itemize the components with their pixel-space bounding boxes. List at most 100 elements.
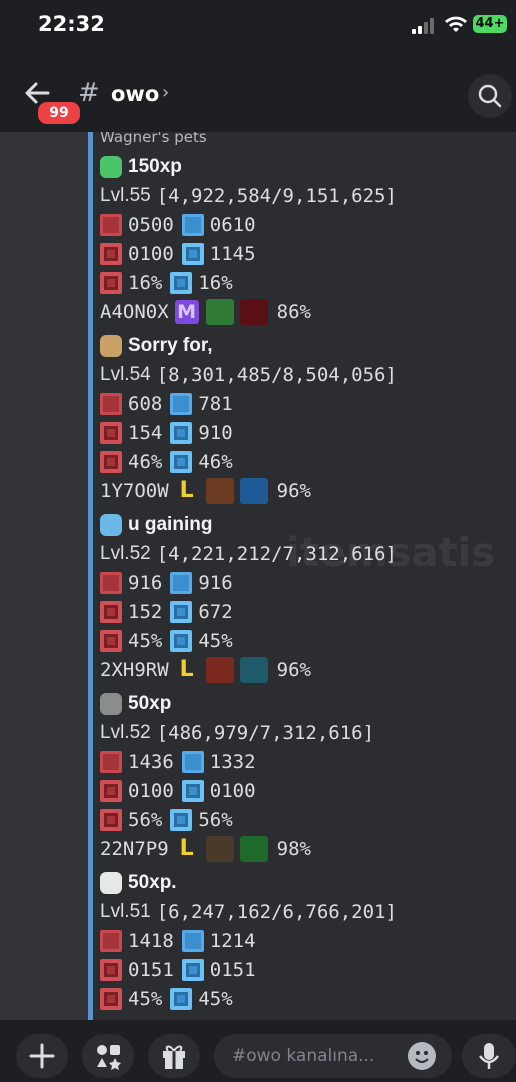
gift-icon — [163, 1045, 185, 1069]
magic-icon — [181, 243, 204, 265]
pet-stat-hp: 1436 — [128, 751, 174, 773]
status-bar: 22:32 44+ — [0, 0, 516, 52]
message-list[interactable]: itemsatis Wagner's pets 150xp Lvl.55 [4,92… — [0, 132, 516, 1020]
search-button[interactable] — [468, 74, 512, 118]
channel-header: 99 # owo › — [0, 52, 516, 133]
pet-level-row: Lvl.54 [8,301,485/8,504,056] — [100, 361, 397, 389]
pet-stat-row: 0500 0610 — [100, 211, 264, 239]
weapon-percent: 96% — [276, 480, 311, 502]
pet-name-row: 150xp — [100, 153, 182, 181]
pet-emoji-icon — [100, 693, 122, 715]
chevron-right-icon[interactable]: › — [162, 82, 169, 103]
pet-level-row: Lvl.52 [486,979/7,312,616] — [100, 719, 374, 747]
magic-resist-icon — [170, 630, 193, 652]
pet-stat-mr: 56% — [198, 809, 233, 831]
add-attachment-button[interactable] — [16, 1034, 68, 1078]
passive-icon — [239, 836, 268, 862]
magic-resist-icon — [170, 988, 193, 1010]
status-time: 22:32 — [38, 12, 105, 36]
pet-emoji-icon — [100, 335, 122, 357]
pet-level-row: Lvl.51 [6,247,162/6,766,201] — [100, 898, 397, 926]
composer-bar: #owo kanalına... — [0, 1020, 516, 1080]
pet-stat-pr: 16% — [128, 272, 163, 294]
pet-weapon-id: 1Y7O0W — [100, 480, 169, 502]
microphone-icon — [479, 1043, 499, 1069]
pet-stat-mag: 1145 — [209, 243, 256, 265]
pet-stat-wp: 916 — [198, 572, 233, 594]
pet-stat-hp: 0500 — [128, 214, 174, 236]
pet-stat-row: 0100 1145 — [100, 240, 264, 268]
strength-icon — [100, 601, 122, 623]
hp-icon — [100, 214, 122, 236]
unread-badge: 99 — [36, 100, 82, 126]
pet-stat-wp: 781 — [198, 393, 233, 415]
pet-stat-str: 0100 — [128, 780, 174, 802]
pet-stat-str: 154 — [128, 422, 163, 444]
message-input[interactable]: #owo kanalına... — [214, 1034, 452, 1078]
gift-button[interactable] — [148, 1034, 200, 1078]
pet-xp: [8,301,485/8,504,056] — [156, 364, 397, 386]
wp-icon — [181, 751, 204, 773]
emoji-picker-icon[interactable] — [408, 1042, 436, 1070]
apps-icon — [97, 1045, 121, 1070]
weapon-percent: 98% — [276, 838, 311, 860]
pet-level: Lvl.55 — [100, 185, 151, 206]
pet-weapon-id: 22N7P9 — [100, 838, 169, 860]
channel-name[interactable]: owo — [111, 82, 159, 106]
apps-button[interactable] — [82, 1034, 134, 1078]
plus-icon — [29, 1043, 55, 1069]
pet-stat-mr: 45% — [198, 988, 233, 1010]
hp-icon — [100, 393, 122, 415]
pet-stat-pr: 45% — [128, 988, 163, 1010]
pet-xp: [4,221,212/7,312,616] — [156, 543, 397, 565]
pet-stat-row: 1436 1332 — [100, 748, 264, 776]
cellular-signal-icon — [412, 18, 434, 34]
pet-stat-str: 0100 — [128, 243, 174, 265]
pet-stat-row: 46% 46% — [100, 448, 241, 476]
pet-xp: [6,247,162/6,766,201] — [156, 901, 397, 923]
passive-icon — [239, 657, 268, 683]
pet-name: 50xp — [128, 693, 172, 714]
pet-stat-hp: 916 — [128, 572, 163, 594]
passive-icon — [239, 478, 268, 504]
pet-stat-row: 0100 0100 — [100, 777, 264, 805]
pet-level: Lvl.54 — [100, 364, 151, 385]
hp-icon — [100, 572, 122, 594]
pet-level: Lvl.52 — [100, 722, 151, 743]
pet-stat-hp: 608 — [128, 393, 163, 415]
magic-resist-icon — [170, 451, 193, 473]
pet-name: u gaining — [128, 514, 213, 535]
pet-weapon-row: 22N7P9 L 98% — [100, 835, 311, 863]
partial-header-text: Wagner's pets — [100, 132, 207, 146]
pet-weapon-id: 2XH9RW — [100, 659, 169, 681]
pet-stat-mag: 0100 — [209, 780, 256, 802]
pet-stat-mr: 46% — [198, 451, 233, 473]
pet-stat-row: 916 916 — [100, 569, 241, 597]
pet-name-row: 50xp — [100, 690, 171, 718]
pet-weapon-row: A4ON0X M 86% — [100, 298, 311, 326]
voice-message-button[interactable] — [462, 1034, 516, 1078]
weapon-rank-badge: M — [174, 300, 199, 324]
smiley-icon — [415, 1051, 429, 1063]
strength-icon — [100, 959, 122, 981]
pet-stat-hp: 1418 — [128, 930, 174, 952]
weapon-percent: 86% — [276, 301, 311, 323]
physical-resist-icon — [100, 272, 122, 294]
wifi-icon — [445, 16, 467, 32]
wp-icon — [170, 572, 193, 594]
weapon-icon — [205, 657, 234, 683]
pet-stat-row: 45% 45% — [100, 627, 241, 655]
physical-resist-icon — [100, 630, 122, 652]
wp-icon — [170, 393, 193, 415]
pet-level: Lvl.51 — [100, 901, 151, 922]
pet-stat-row: 16% 16% — [100, 269, 241, 297]
strength-icon — [100, 780, 122, 802]
pet-xp: [486,979/7,312,616] — [156, 722, 375, 744]
magic-icon — [170, 422, 193, 444]
weapon-icon — [205, 836, 234, 862]
pet-stat-wp: 0610 — [209, 214, 256, 236]
pet-emoji-icon — [100, 156, 122, 178]
hp-icon — [100, 751, 122, 773]
pet-stat-pr: 45% — [128, 630, 163, 652]
magic-resist-icon — [170, 809, 193, 831]
